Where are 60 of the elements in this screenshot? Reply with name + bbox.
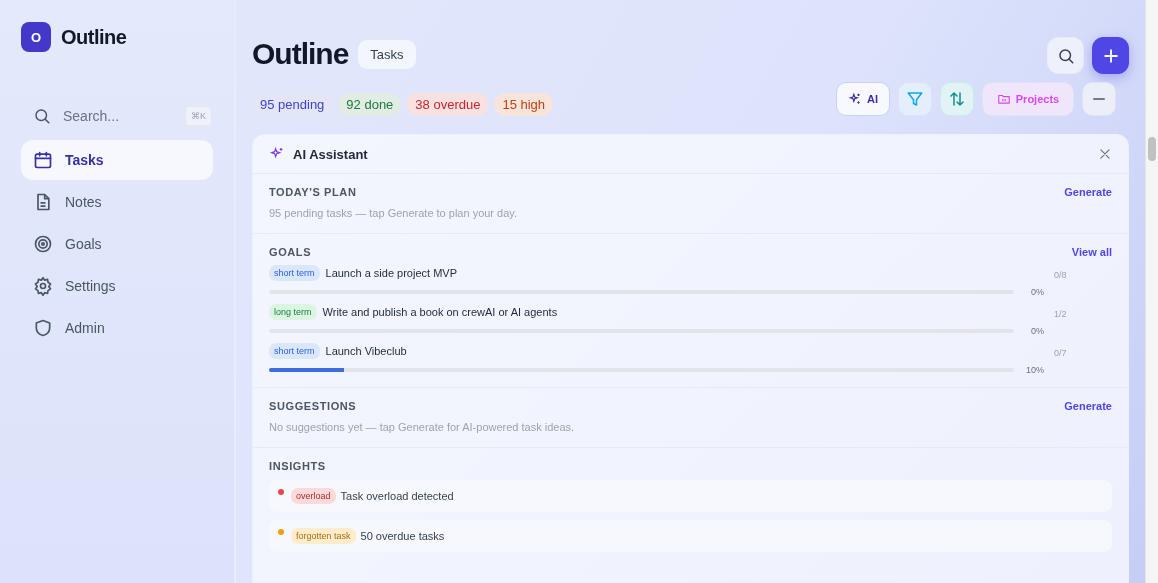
add-button[interactable] (1092, 37, 1129, 74)
generate-link[interactable]: Generate (1064, 186, 1112, 198)
search-field[interactable]: Search... (61, 107, 175, 125)
search-icon (1056, 46, 1075, 65)
goal-count: 0/7 (1054, 348, 1067, 358)
sidebar-item[interactable]: Tasks (21, 140, 213, 180)
sort-button[interactable] (940, 82, 974, 116)
suggestions-text: No suggestions yet — tap Generate for AI-powered task ideas. (269, 421, 576, 433)
section-heading: SUGGESTIONS (269, 400, 357, 412)
progress-percent: 0% (1030, 326, 1044, 336)
section-heading: GOALS (269, 246, 312, 258)
goal-count: 0/8 (1054, 270, 1067, 280)
settings-icon (33, 276, 53, 296)
scrollbar-thumb[interactable] (1148, 137, 1156, 161)
sort-icon (948, 90, 966, 108)
goal-tag: short term (269, 265, 320, 281)
section-heading: INSIGHTS (269, 460, 326, 472)
filter-icon (906, 90, 924, 108)
goal-tag: short term (269, 343, 320, 359)
minus-icon (1093, 98, 1105, 100)
progress-percent: 10% (1025, 365, 1044, 375)
progress-percent: 0% (1030, 287, 1044, 297)
search-button[interactable] (1047, 37, 1084, 74)
shield-icon (33, 318, 53, 338)
sparkle-icon (848, 92, 862, 106)
target-icon (33, 234, 53, 254)
stat-pill: 15 high (494, 92, 554, 116)
insight-tag: overload (291, 488, 336, 504)
stat-pill: 38 overdue (407, 92, 489, 116)
ai-button[interactable]: AI (836, 82, 890, 116)
goal-title: Write and publish a book on crewAI or AI agents (322, 306, 558, 318)
view-label: Tasks (358, 39, 416, 69)
section-heading: TODAY'S PLAN (269, 186, 357, 198)
stat-pill: 92 done (338, 92, 402, 116)
search-icon (33, 107, 51, 125)
goal-title: Launch a side project MVP (325, 267, 457, 279)
sidebar-item[interactable]: Notes (21, 182, 213, 222)
insight-text: Task overload detected (340, 490, 454, 502)
close-icon[interactable] (1098, 147, 1112, 161)
shortcut-hint: ⌘K (185, 106, 212, 126)
view-all-link[interactable]: View all (1071, 246, 1112, 258)
insight-tag: forgotten task (291, 528, 356, 544)
insight-text: 50 overdue tasks (360, 530, 445, 542)
collapse-button[interactable] (1082, 82, 1116, 116)
folder-icon (996, 92, 1011, 106)
generate-link[interactable]: Generate (1064, 400, 1112, 412)
app-name: Outline (61, 25, 127, 49)
calendar-icon (33, 150, 53, 170)
panel-title: AI Assistant (293, 146, 368, 162)
sidebar-item[interactable]: Admin (21, 308, 213, 348)
goal-count: 1/2 (1054, 309, 1067, 319)
sidebar-item[interactable]: Goals (21, 224, 213, 264)
logo-badge: O (21, 22, 51, 52)
plan-text: 95 pending tasks — tap Generate to plan your day. (269, 207, 519, 219)
filter-button[interactable] (898, 82, 932, 116)
stat-pill: 95 pending (252, 92, 333, 116)
sidebar-item[interactable]: Settings (21, 266, 213, 306)
goal-title: Launch Vibeclub (325, 345, 407, 357)
page-title: Outline (252, 37, 349, 71)
goal-tag: long term (269, 304, 317, 320)
